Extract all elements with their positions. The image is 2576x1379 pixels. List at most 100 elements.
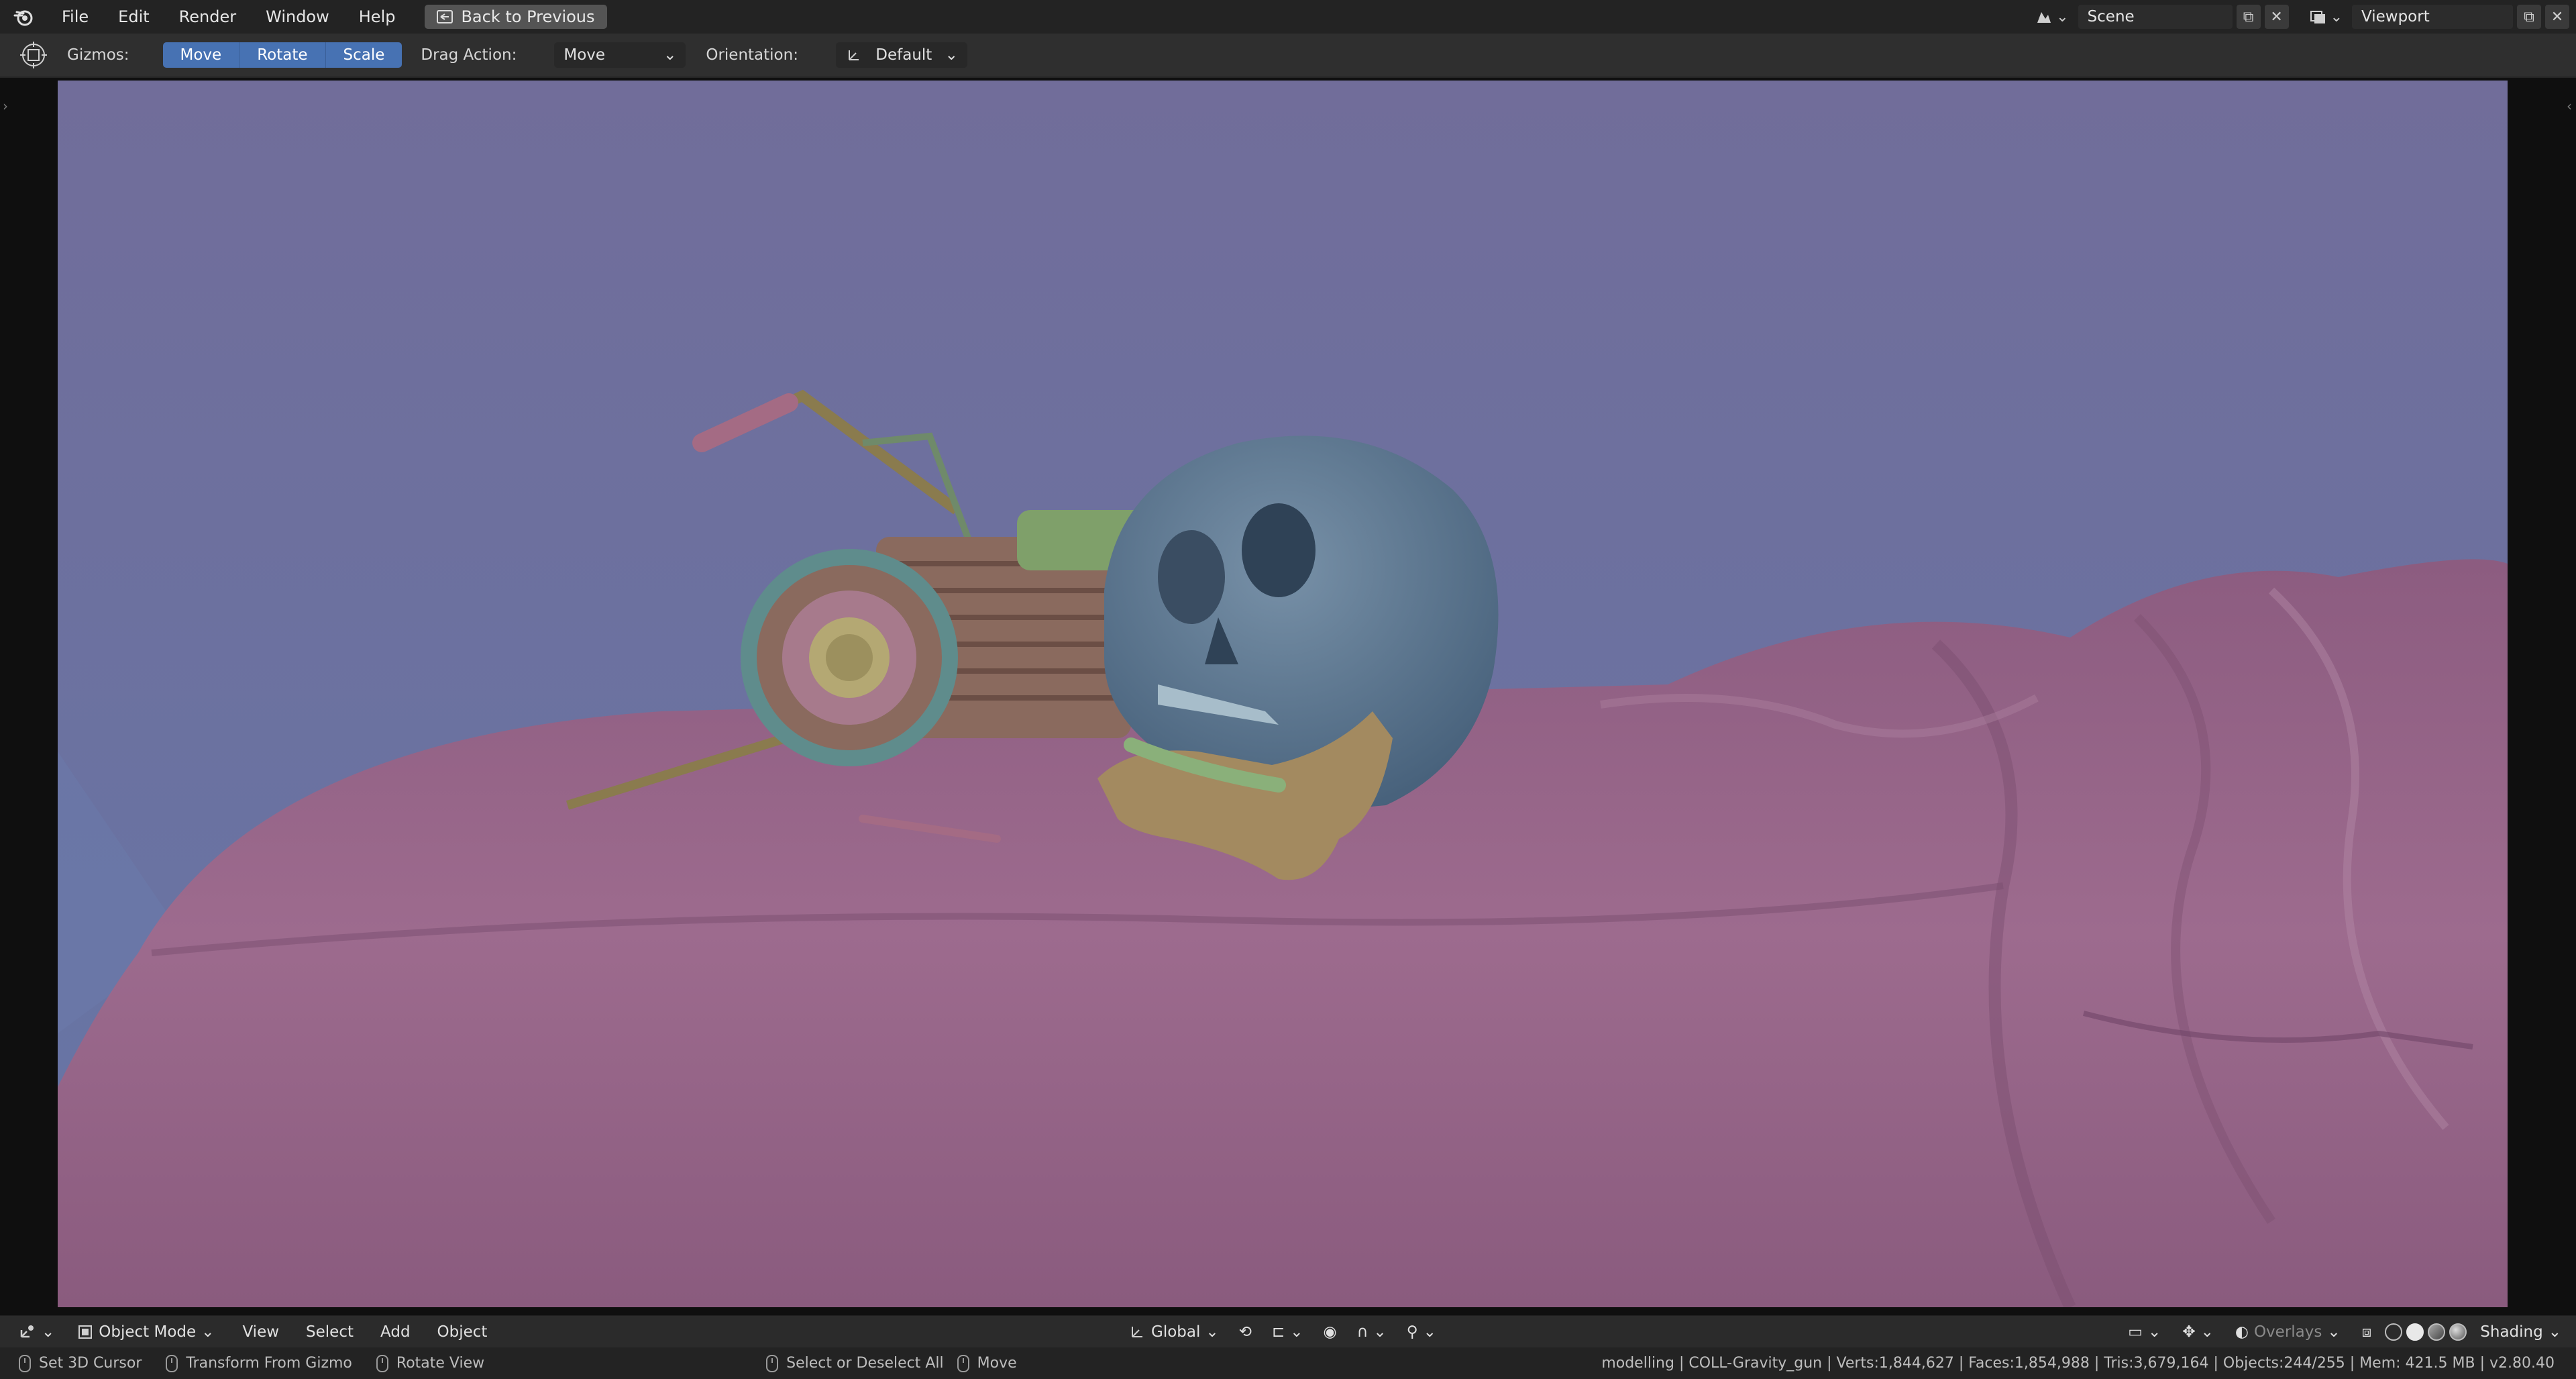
3d-viewport-camera-view[interactable]: [58, 81, 2508, 1307]
orientation-select[interactable]: Default ⌄: [835, 42, 967, 68]
top-menu-bar: File Edit Render Window Help Back to Pre…: [0, 0, 2576, 34]
pivot-icon: ⟲: [1238, 1323, 1252, 1341]
object-mode-icon: [78, 1325, 93, 1339]
sidebar-expand-icon[interactable]: ‹: [2567, 98, 2572, 114]
close-icon: ✕: [2270, 8, 2283, 25]
xray-icon: ⧈: [2361, 1323, 2372, 1341]
scene-browse-dropdown[interactable]: ⌄: [2029, 5, 2074, 29]
xray-toggle[interactable]: ⧈: [2354, 1320, 2380, 1344]
view-layer-browse-dropdown[interactable]: ⌄: [2304, 5, 2348, 29]
status-hint: Rotate View: [376, 1354, 485, 1372]
proportional-edit-toggle[interactable]: ◉: [1316, 1320, 1345, 1344]
menu-object[interactable]: Object: [424, 1323, 501, 1341]
status-bar: Set 3D Cursor Transform From Gizmo Rotat…: [0, 1347, 2576, 1379]
gizmo-scale-toggle[interactable]: Scale: [325, 42, 402, 68]
falloff-curve-icon: ∩: [1356, 1323, 1368, 1341]
status-hint: Move: [957, 1354, 1017, 1372]
menu-file[interactable]: File: [47, 7, 103, 26]
orientation-axes-icon: [848, 50, 859, 60]
view-layer-icon: [2310, 11, 2325, 23]
status-hint: Transform From Gizmo: [166, 1354, 352, 1372]
status-hint-label: Set 3D Cursor: [39, 1355, 142, 1372]
object-types-icon: ▭: [2128, 1323, 2143, 1341]
shading-dropdown[interactable]: Shading ⌄: [2472, 1320, 2569, 1344]
mouse-drag-icon: [166, 1354, 178, 1372]
snap-toggle[interactable]: ⊏ ⌄: [1264, 1320, 1311, 1344]
toolbar-expand-icon[interactable]: ›: [3, 98, 8, 114]
status-hint-label: Move: [977, 1355, 1017, 1372]
orientation-label: Orientation:: [706, 46, 798, 64]
chevron-down-icon: ⌄: [2056, 8, 2069, 25]
gizmo-move-toggle[interactable]: Move: [162, 42, 240, 68]
mouse-middle-icon: [376, 1354, 388, 1372]
proportional-edit-icon: ◉: [1323, 1323, 1337, 1341]
delete-view-layer-button[interactable]: ✕: [2545, 5, 2569, 29]
back-to-previous-button[interactable]: Back to Previous: [425, 5, 607, 29]
duplicate-icon: ⧉: [2243, 8, 2254, 25]
chevron-down-icon: ⌄: [945, 46, 958, 64]
chevron-down-icon: ⌄: [2327, 1323, 2341, 1341]
global-axes-icon: [1132, 1327, 1142, 1337]
back-to-previous-label: Back to Previous: [461, 7, 595, 26]
shading-label: Shading: [2480, 1323, 2543, 1341]
menu-view[interactable]: View: [229, 1323, 292, 1341]
chevron-down-icon: ⌄: [2548, 1323, 2561, 1341]
scene-statistics: modelling | COLL-Gravity_gun | Verts:1,8…: [1601, 1355, 2555, 1372]
mouse-left-icon: [19, 1354, 31, 1372]
scene-render: [58, 81, 2508, 1307]
object-gizmo-dropdown[interactable]: ⚲ ⌄: [1399, 1320, 1444, 1344]
gizmo-visibility-dropdown[interactable]: ✥ ⌄: [2174, 1320, 2222, 1344]
menu-window[interactable]: Window: [251, 7, 344, 26]
3d-viewport-header: ⌄ Object Mode ⌄ View Select Add Object G…: [0, 1315, 2576, 1347]
chevron-down-icon: ⌄: [1373, 1323, 1387, 1341]
menu-select[interactable]: Select: [292, 1323, 367, 1341]
viewport-area[interactable]: › ‹: [0, 78, 2576, 1315]
close-icon: ✕: [2551, 8, 2564, 25]
pivot-point-dropdown[interactable]: ⟲: [1231, 1320, 1260, 1344]
delete-scene-button[interactable]: ✕: [2264, 5, 2289, 29]
solid-shading-icon[interactable]: [2406, 1323, 2424, 1341]
transform-orientation-select[interactable]: Global ⌄: [1120, 1320, 1227, 1344]
wireframe-shading-icon[interactable]: [2385, 1323, 2403, 1341]
chevron-down-icon: ⌄: [663, 46, 677, 64]
screen-back-icon: [437, 10, 453, 23]
status-hint: Set 3D Cursor: [19, 1354, 142, 1372]
chevron-down-icon: ⌄: [201, 1323, 215, 1341]
transform-orientation-value: Global: [1151, 1323, 1201, 1341]
menu-edit[interactable]: Edit: [103, 7, 164, 26]
menu-render[interactable]: Render: [164, 7, 251, 26]
new-view-layer-button[interactable]: ⧉: [2517, 5, 2541, 29]
blender-logo-icon[interactable]: [0, 0, 47, 34]
drag-action-select[interactable]: Move ⌄: [554, 42, 686, 68]
chevron-down-icon: ⌄: [2148, 1323, 2161, 1341]
editor-type-dropdown[interactable]: ⌄: [11, 1320, 62, 1344]
gizmo-visibility-icon: ✥: [2182, 1323, 2196, 1341]
rendered-shading-icon[interactable]: [2449, 1323, 2467, 1341]
overlays-label: Overlays: [2253, 1323, 2322, 1341]
chevron-down-icon: ⌄: [1423, 1323, 1436, 1341]
scene-name-field[interactable]: Scene: [2078, 5, 2233, 29]
chevron-down-icon: ⌄: [1205, 1323, 1219, 1341]
chevron-down-icon: ⌄: [2200, 1323, 2214, 1341]
chevron-down-icon: ⌄: [42, 1323, 55, 1341]
overlays-dropdown[interactable]: ◐ Overlays ⌄: [2227, 1320, 2349, 1344]
gizmo-rotate-toggle[interactable]: Rotate: [239, 42, 326, 68]
gizmo-toggle-group: Move Rotate Scale: [162, 42, 402, 68]
status-hint-label: Rotate View: [396, 1355, 485, 1372]
lookdev-shading-icon[interactable]: [2428, 1323, 2446, 1341]
mouse-drag-icon: [957, 1354, 969, 1372]
drag-action-value: Move: [564, 46, 606, 64]
transform-tools-group: Global ⌄ ⟲ ⊏ ⌄ ◉ ∩ ⌄ ⚲ ⌄: [1120, 1316, 1444, 1348]
view-object-types-dropdown[interactable]: ▭ ⌄: [2120, 1320, 2169, 1344]
menu-add[interactable]: Add: [367, 1323, 424, 1341]
view-layer-name-field[interactable]: Viewport: [2352, 5, 2513, 29]
shading-mode-group: [2385, 1323, 2467, 1341]
proportional-falloff-dropdown[interactable]: ∩ ⌄: [1349, 1320, 1395, 1344]
menu-help[interactable]: Help: [344, 7, 411, 26]
new-scene-button[interactable]: ⧉: [2236, 5, 2261, 29]
status-hint-label: Select or Deselect All: [786, 1355, 944, 1372]
mode-select[interactable]: Object Mode ⌄: [69, 1320, 222, 1344]
scene-name: Scene: [2087, 8, 2135, 25]
chevron-down-icon: ⌄: [2330, 8, 2343, 25]
active-tool-icon[interactable]: [0, 40, 67, 70]
